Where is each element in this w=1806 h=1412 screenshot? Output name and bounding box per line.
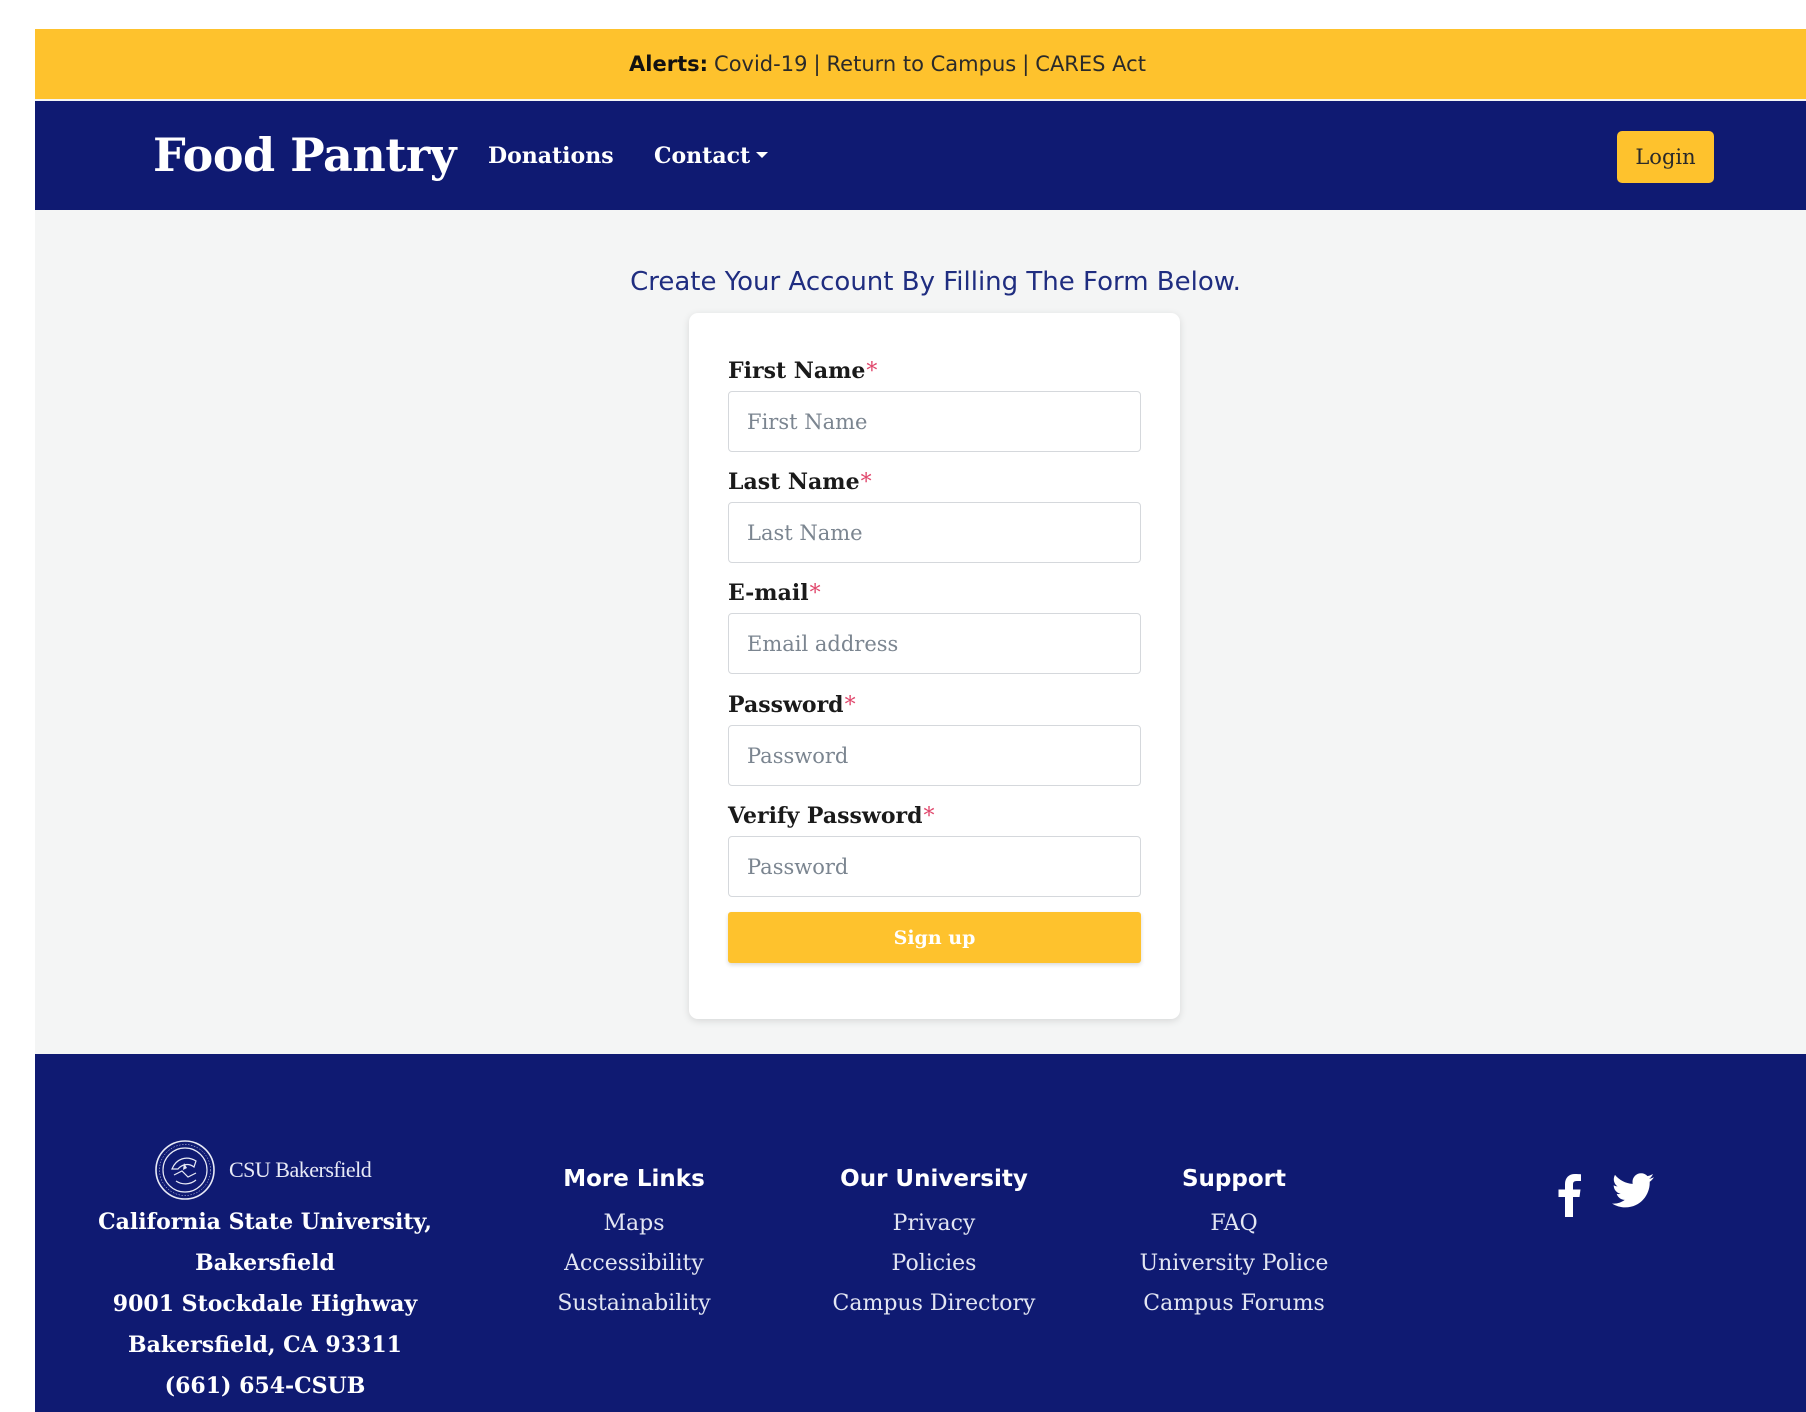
last-name-label-text: Last Name [728, 469, 860, 495]
address-line: California State University, [98, 1209, 432, 1235]
footer-link-faq[interactable]: FAQ [1084, 1204, 1384, 1244]
nav-link-contact-label: Contact [654, 143, 751, 169]
footer-link-maps[interactable]: Maps [484, 1204, 784, 1244]
footer-link-university-police[interactable]: University Police [1084, 1244, 1384, 1284]
password-label-text: Password [728, 692, 844, 718]
last-name-input[interactable] [728, 502, 1141, 563]
verify-password-label: Verify Password* [728, 803, 934, 829]
nav-link-contact[interactable]: Contact [654, 143, 769, 169]
signup-form-card: First Name* Last Name* E-mail* Password*… [689, 313, 1180, 1019]
footer-column-more-links: More Links Maps Accessibility Sustainabi… [484, 1162, 784, 1324]
required-marker: * [923, 804, 935, 829]
address-line: Bakersfield [195, 1250, 335, 1276]
alert-separator: | [813, 52, 821, 76]
footer-column-title: More Links [563, 1166, 705, 1192]
address-line: Bakersfield, CA 93311 [128, 1332, 402, 1358]
required-marker: * [809, 581, 821, 606]
footer-link-sustainability[interactable]: Sustainability [484, 1284, 784, 1324]
required-marker: * [860, 470, 872, 495]
navbar: Food Pantry Donations Contact Login [35, 101, 1806, 210]
footer-link-campus-forums[interactable]: Campus Forums [1084, 1284, 1384, 1324]
email-input[interactable] [728, 613, 1141, 674]
required-marker: * [866, 359, 878, 384]
facebook-icon[interactable] [1556, 1173, 1582, 1222]
footer: CSU Bakersfield California State Univers… [35, 1054, 1806, 1412]
first-name-input[interactable] [728, 391, 1141, 452]
verify-password-input[interactable] [728, 836, 1141, 897]
address-line: 9001 Stockdale Highway [112, 1291, 418, 1317]
page-heading: Create Your Account By Filling The Form … [630, 267, 1241, 297]
footer-link-accessibility[interactable]: Accessibility [484, 1244, 784, 1284]
alert-link-covid[interactable]: Covid-19 [714, 52, 807, 76]
alert-bar: Alerts: Covid-19 | Return to Campus | CA… [35, 29, 1806, 99]
login-button[interactable]: Login [1617, 131, 1714, 183]
university-address: California State University, Bakersfield… [75, 1202, 455, 1407]
footer-link-policies[interactable]: Policies [784, 1244, 1084, 1284]
alert-link-return-to-campus[interactable]: Return to Campus [827, 52, 1017, 76]
alert-content: Alerts: Covid-19 | Return to Campus | CA… [629, 52, 1146, 76]
alert-link-cares-act[interactable]: CARES Act [1035, 52, 1146, 76]
twitter-icon[interactable] [1612, 1173, 1654, 1214]
password-input[interactable] [728, 725, 1141, 786]
verify-password-label-text: Verify Password [728, 803, 923, 829]
footer-link-privacy[interactable]: Privacy [784, 1204, 1084, 1244]
footer-link-campus-directory[interactable]: Campus Directory [784, 1284, 1084, 1324]
footer-column-support: Support FAQ University Police Campus For… [1084, 1162, 1384, 1324]
university-seal-icon [155, 1140, 215, 1200]
csub-logo[interactable]: CSU Bakersfield [154, 1139, 372, 1201]
footer-column-title: Support [1181, 1166, 1286, 1192]
page: Alerts: Covid-19 | Return to Campus | CA… [35, 29, 1806, 1412]
email-label-text: E-mail [728, 580, 809, 606]
email-label: E-mail* [728, 580, 821, 606]
alert-prefix: Alerts: [629, 52, 709, 76]
footer-column-title: Our University [840, 1166, 1028, 1192]
password-label: Password* [728, 692, 856, 718]
nav-link-donations[interactable]: Donations [488, 143, 614, 169]
footer-column-our-university: Our University Privacy Policies Campus D… [784, 1162, 1084, 1324]
last-name-label: Last Name* [728, 469, 872, 495]
alert-separator: | [1022, 52, 1030, 76]
required-marker: * [844, 693, 856, 718]
logo-text: CSU Bakersfield [229, 1157, 372, 1182]
caret-down-icon [756, 152, 769, 158]
first-name-label-text: First Name [728, 358, 866, 384]
phone-number: (661) 654-CSUB [164, 1373, 366, 1399]
sign-up-button[interactable]: Sign up [728, 912, 1141, 963]
first-name-label: First Name* [728, 358, 877, 384]
brand-logo-text[interactable]: Food Pantry [153, 128, 457, 182]
